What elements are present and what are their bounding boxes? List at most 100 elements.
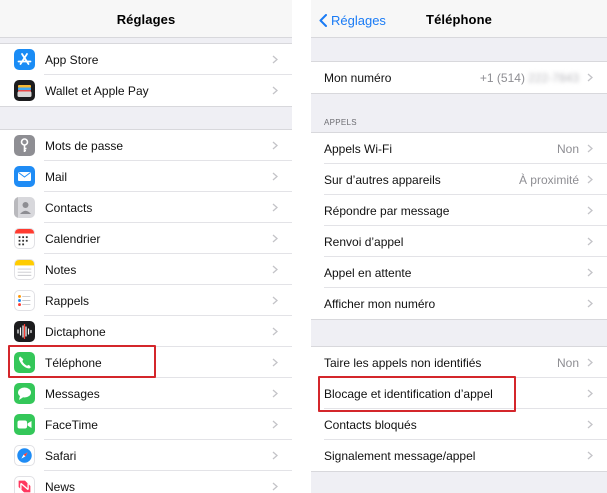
- contacts-icon: [14, 197, 35, 218]
- settings-item-passwords[interactable]: Mots de passe: [0, 130, 292, 161]
- page-title: Téléphone: [426, 12, 492, 27]
- settings-item-silence-unknown[interactable]: Taire les appels non identifiés Non: [311, 347, 607, 378]
- chevron-right-icon: [587, 299, 593, 308]
- chevron-right-icon: [587, 175, 593, 184]
- phone-icon: [14, 352, 35, 373]
- chevron-right-icon: [272, 358, 278, 367]
- chevron-right-icon: [272, 234, 278, 243]
- settings-item-wifi-calling[interactable]: Appels Wi-Fi Non: [311, 133, 607, 164]
- safari-icon: [14, 445, 35, 466]
- chevron-right-icon: [272, 389, 278, 398]
- settings-item-app-store[interactable]: App Store: [0, 44, 292, 75]
- chevron-right-icon: [272, 451, 278, 460]
- phone-number-visible: +1 (514): [479, 70, 525, 85]
- settings-screen: Réglages App Store Wallet et Apple Pay M…: [0, 0, 292, 493]
- settings-item-mail[interactable]: Mail: [0, 161, 292, 192]
- navigation-bar: Réglages: [0, 0, 292, 38]
- chevron-right-icon: [272, 265, 278, 274]
- chevron-right-icon: [272, 141, 278, 150]
- settings-item-voice-memos[interactable]: Dictaphone: [0, 316, 292, 347]
- settings-item-call-waiting[interactable]: Appel en attente: [311, 257, 607, 288]
- settings-item-label: Calendrier: [45, 231, 101, 246]
- chevron-right-icon: [587, 420, 593, 429]
- chevron-right-icon: [587, 268, 593, 277]
- settings-item-my-number[interactable]: Mon numéro +1 (514) 222-7843: [311, 62, 607, 93]
- settings-item-label: Appel en attente: [324, 265, 412, 280]
- phone-number-value: +1 (514) 222-7843: [480, 71, 579, 85]
- chevron-right-icon: [587, 237, 593, 246]
- settings-item-blocked-contacts[interactable]: Contacts bloqués: [311, 409, 607, 440]
- settings-item-label: Signalement message/appel: [324, 448, 476, 463]
- messages-icon: [14, 383, 35, 404]
- settings-item-report-spam[interactable]: Signalement message/appel: [311, 440, 607, 471]
- settings-group-apps: Mots de passe Mail Contacts Calendrier N…: [0, 129, 292, 493]
- calendar-icon: [14, 228, 35, 249]
- section-header-calls: APPELS: [324, 118, 357, 127]
- settings-item-contacts[interactable]: Contacts: [0, 192, 292, 223]
- settings-item-label: Mail: [45, 169, 68, 184]
- settings-item-value: Non: [556, 141, 579, 156]
- settings-item-value: Non: [556, 355, 579, 370]
- settings-item-call-forwarding[interactable]: Renvoi d’appel: [311, 226, 607, 257]
- voice-memos-icon: [14, 321, 35, 342]
- page-title: Réglages: [116, 12, 176, 27]
- settings-item-label: News: [45, 479, 76, 493]
- news-icon: [14, 476, 35, 493]
- settings-item-show-caller-id[interactable]: Afficher mon numéro: [311, 288, 607, 319]
- settings-item-label: Wallet et Apple Pay: [45, 83, 149, 98]
- chevron-right-icon: [272, 172, 278, 181]
- settings-group-stores: App Store Wallet et Apple Pay: [0, 43, 292, 107]
- wallet-icon: [14, 80, 35, 101]
- phone-number-blurred: 222-7843: [528, 70, 579, 85]
- chevron-right-icon: [272, 420, 278, 429]
- settings-item-label: Sur d’autres appareils: [324, 172, 441, 187]
- facetime-icon: [14, 414, 35, 435]
- settings-item-label: Notes: [45, 262, 77, 277]
- notes-icon: [14, 259, 35, 280]
- settings-item-label: Afficher mon numéro: [324, 296, 436, 311]
- chevron-right-icon: [587, 206, 593, 215]
- settings-item-label: Contacts bloqués: [324, 417, 417, 432]
- settings-item-messages[interactable]: Messages: [0, 378, 292, 409]
- settings-item-label: Taire les appels non identifiés: [324, 355, 482, 370]
- chevron-right-icon: [587, 73, 593, 82]
- settings-item-news[interactable]: News: [0, 471, 292, 493]
- reminders-icon: [14, 290, 35, 311]
- settings-item-label: Blocage et identification d’appel: [324, 386, 493, 401]
- chevron-right-icon: [587, 144, 593, 153]
- settings-item-label: Répondre par message: [324, 203, 450, 218]
- settings-item-notes[interactable]: Notes: [0, 254, 292, 285]
- settings-item-label: FaceTime: [45, 417, 98, 432]
- settings-item-phone[interactable]: Téléphone: [0, 347, 292, 378]
- key-icon: [14, 135, 35, 156]
- chevron-right-icon: [272, 482, 278, 491]
- settings-group-blocking: Taire les appels non identifiés Non Bloc…: [311, 346, 607, 472]
- settings-item-respond-with-text[interactable]: Répondre par message: [311, 195, 607, 226]
- mail-icon: [14, 166, 35, 187]
- settings-group-calls: Appels Wi-Fi Non Sur d’autres appareils …: [311, 132, 607, 320]
- chevron-right-icon: [587, 358, 593, 367]
- settings-item-label: Mon numéro: [324, 70, 392, 85]
- chevron-right-icon: [272, 55, 278, 64]
- chevron-right-icon: [272, 86, 278, 95]
- settings-item-label: Safari: [45, 448, 77, 463]
- settings-item-calendar[interactable]: Calendrier: [0, 223, 292, 254]
- settings-item-call-blocking[interactable]: Blocage et identification d’appel: [311, 378, 607, 409]
- settings-group-number: Mon numéro +1 (514) 222-7843: [311, 61, 607, 94]
- settings-item-safari[interactable]: Safari: [0, 440, 292, 471]
- settings-item-other-devices[interactable]: Sur d’autres appareils À proximité: [311, 164, 607, 195]
- settings-item-facetime[interactable]: FaceTime: [0, 409, 292, 440]
- chevron-right-icon: [272, 203, 278, 212]
- navigation-bar: Réglages Téléphone: [311, 0, 607, 38]
- settings-item-reminders[interactable]: Rappels: [0, 285, 292, 316]
- settings-item-label: Contacts: [45, 200, 93, 215]
- settings-item-wallet[interactable]: Wallet et Apple Pay: [0, 75, 292, 106]
- chevron-right-icon: [272, 296, 278, 305]
- chevron-right-icon: [272, 327, 278, 336]
- app-store-icon: [14, 49, 35, 70]
- settings-item-value: À proximité: [518, 172, 579, 187]
- settings-item-label: App Store: [45, 52, 99, 67]
- settings-item-label: Renvoi d’appel: [324, 234, 404, 249]
- settings-item-label: Mots de passe: [45, 138, 124, 153]
- settings-item-label: Appels Wi-Fi: [324, 141, 393, 156]
